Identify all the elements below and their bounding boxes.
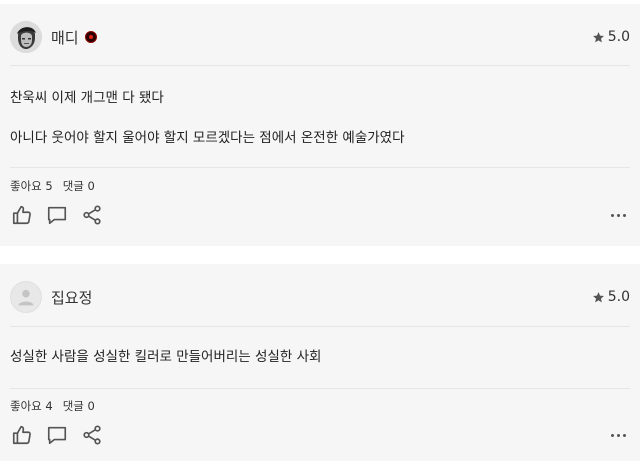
more-horizontal-icon [611, 214, 614, 217]
divider [10, 167, 630, 168]
share-button[interactable] [80, 203, 104, 227]
share-button[interactable] [80, 423, 104, 447]
review-header: 매디 5.0 [10, 18, 630, 56]
like-button[interactable] [10, 203, 34, 227]
rating-value: 5.0 [607, 29, 630, 45]
review-line: 성실한 사람을 성실한 킬러로 만들어버리는 성실한 사회 [10, 349, 322, 365]
share-icon [83, 425, 101, 445]
more-options-button[interactable] [611, 214, 626, 217]
review-actions [10, 203, 115, 227]
likes-count: 좋아요 5 [10, 179, 53, 193]
thumbs-up-icon [12, 205, 31, 225]
divider [10, 326, 630, 327]
star-icon [592, 291, 604, 302]
review-counts: 좋아요 4 댓글 0 [10, 398, 95, 414]
likes-count: 좋아요 4 [10, 399, 53, 413]
username[interactable]: 집요정 [51, 287, 92, 308]
review-counts: 좋아요 5 댓글 0 [10, 178, 95, 194]
rating-value: 5.0 [607, 289, 630, 305]
comment-button[interactable] [45, 423, 69, 447]
user-avatar[interactable] [10, 281, 42, 313]
default-user-icon [18, 289, 34, 306]
star-icon [592, 31, 604, 42]
username[interactable]: 매디 [51, 27, 79, 48]
more-options-button[interactable] [611, 434, 626, 437]
share-icon [83, 205, 101, 225]
comments-count: 댓글 0 [62, 179, 95, 193]
review-header: 집요정 5.0 [10, 278, 630, 316]
comment-bubble-icon [47, 206, 67, 225]
like-button[interactable] [10, 423, 34, 447]
comment-button[interactable] [45, 203, 69, 227]
user-badge-icon [84, 31, 97, 43]
rating: 5.0 [592, 29, 630, 45]
divider [10, 388, 630, 389]
divider [10, 65, 630, 66]
comment-bubble-icon [47, 426, 67, 445]
comments-count: 댓글 0 [62, 399, 95, 413]
more-horizontal-icon [611, 434, 614, 437]
rating: 5.0 [592, 289, 630, 305]
review-line: 찬욱씨 이제 개그맨 다 됐다 [10, 90, 164, 106]
thumbs-up-icon [12, 425, 31, 445]
review-body: 찬욱씨 이제 개그맨 다 됐다 아니다 웃어야 할지 울어야 할지 모르겠다는 … [10, 88, 630, 148]
review-actions [10, 423, 115, 447]
review-card: 매디 5.0 찬욱씨 이제 개그맨 다 됐다 아니다 웃어야 할지 울어야 할지… [0, 4, 640, 246]
user-avatar[interactable] [10, 21, 42, 53]
review-line: 아니다 웃어야 할지 울어야 할지 모르겠다는 점에서 온전한 예술가였다 [10, 130, 405, 146]
avatar-photo-icon [10, 21, 42, 53]
review-body: 성실한 사람을 성실한 킬러로 만들어버리는 성실한 사회 [10, 347, 630, 367]
review-card: 집요정 5.0 성실한 사람을 성실한 킬러로 만들어버리는 성실한 사회 좋아… [0, 264, 640, 461]
